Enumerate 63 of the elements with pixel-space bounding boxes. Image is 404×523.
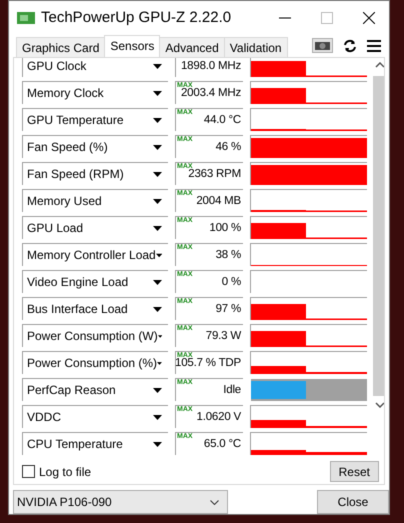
- app-icon: [17, 10, 35, 25]
- sensor-value: 79.3 W: [206, 329, 241, 344]
- chevron-icon: [210, 500, 219, 504]
- sensor-dropdown[interactable]: VDDC: [22, 405, 168, 428]
- sensor-value: 65.0 °C: [204, 437, 241, 452]
- sensor-value: 2004 MB: [196, 194, 241, 208]
- caret-icon: [153, 226, 162, 231]
- checkbox-label: Log to file: [39, 464, 92, 479]
- camera-icon[interactable]: [312, 38, 333, 54]
- caret-icon: [153, 198, 162, 204]
- caret-icon: [153, 306, 162, 312]
- sensor-dropdown[interactable]: Video Engine Load: [22, 270, 168, 294]
- caret-icon: [153, 172, 162, 177]
- sensor-value: 97 %: [216, 302, 241, 316]
- sensor-dropdown[interactable]: Fan Speed (%): [22, 135, 168, 158]
- scroll-down-icon[interactable]: [375, 402, 384, 408]
- menu-icon[interactable]: [367, 40, 381, 52]
- caret-icon: [153, 388, 162, 393]
- window-title: TechPowerUp GPU-Z 2.22.0: [41, 9, 232, 26]
- tab[interactable]: Advanced: [159, 37, 225, 58]
- scroll-up-icon[interactable]: [375, 62, 384, 68]
- gpu-select[interactable]: NVIDIA P106-090: [13, 490, 228, 514]
- sensor-value: 38 %: [216, 248, 241, 262]
- sensor-dropdown[interactable]: GPU Clock: [22, 58, 168, 78]
- tab[interactable]: Graphics Card: [16, 37, 106, 58]
- sensor-dropdown[interactable]: Power Consumption (W): [22, 324, 168, 348]
- sensor-dropdown[interactable]: CPU Temperature: [22, 432, 168, 456]
- caret-icon: [156, 252, 162, 258]
- sensor-value: 44.0 °C: [204, 113, 241, 128]
- caret-icon: [153, 414, 162, 420]
- sensor-dropdown[interactable]: Fan Speed (RPM): [22, 162, 168, 186]
- sensor-dropdown[interactable]: GPU Load: [22, 216, 168, 240]
- sensor-value: 46 %: [216, 140, 241, 154]
- caret-icon: [153, 442, 162, 447]
- reset-button[interactable]: Reset: [330, 461, 379, 482]
- close-button[interactable]: Close: [317, 490, 389, 514]
- log-checkbox[interactable]: [22, 465, 35, 478]
- sensor-dropdown[interactable]: Memory Used: [22, 189, 168, 212]
- close-icon[interactable]: [363, 12, 375, 24]
- sensor-dropdown[interactable]: Memory Clock: [22, 81, 168, 104]
- caret-icon: [153, 280, 162, 285]
- refresh-icon[interactable]: [343, 38, 357, 53]
- sensor-dropdown[interactable]: PerfCap Reason: [22, 378, 168, 402]
- caret-icon: [153, 144, 162, 150]
- caret-icon: [153, 64, 162, 69]
- caret-icon: [158, 334, 162, 339]
- sensor-value: 100 %: [209, 221, 241, 236]
- caret-icon: [153, 90, 162, 96]
- sensor-dropdown[interactable]: GPU Temperature: [22, 108, 168, 132]
- sensor-value: 2363 RPM: [188, 168, 241, 182]
- sensor-dropdown[interactable]: Bus Interface Load: [22, 297, 168, 320]
- scroll-thumb[interactable]: [373, 76, 384, 396]
- sensor-value: 2003.4 MHz: [180, 87, 241, 100]
- sensor-value: 0 %: [222, 275, 241, 290]
- tab[interactable]: Validation: [224, 37, 288, 58]
- sensor-value: 1898.0 MHz: [180, 59, 241, 74]
- sensor-value: 105.7 % TDP: [175, 357, 241, 370]
- caret-icon: [157, 360, 162, 366]
- sensor-value: 1.0620 V: [196, 410, 241, 424]
- caret-icon: [153, 118, 162, 123]
- sensor-dropdown[interactable]: Power Consumption (%): [22, 351, 168, 374]
- sensor-value: Idle: [223, 383, 241, 398]
- sensor-dropdown[interactable]: Memory Controller Load: [22, 243, 168, 266]
